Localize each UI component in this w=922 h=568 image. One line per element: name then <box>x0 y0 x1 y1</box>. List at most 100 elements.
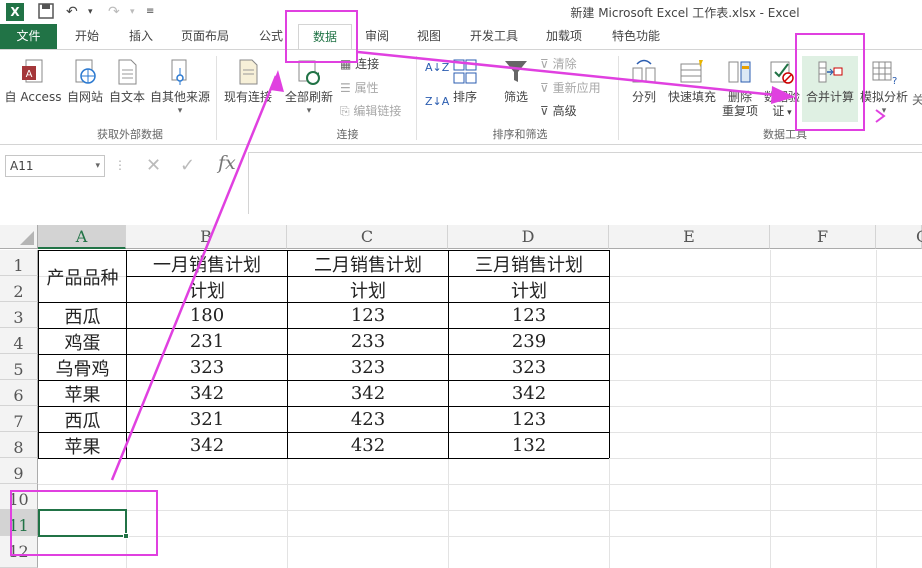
sort-asc-icon[interactable]: A↓Z <box>425 60 449 76</box>
cell-b1-header[interactable]: 一月销售计划 <box>127 251 287 276</box>
table-cell[interactable]: 342 <box>288 381 448 406</box>
cancel-entry-icon[interactable]: ✕ <box>146 155 161 176</box>
table-cell[interactable]: 432 <box>288 433 448 458</box>
tab-file[interactable]: 文件 <box>0 24 57 49</box>
flash-fill-button[interactable]: 快速填充 <box>664 58 720 104</box>
tab-review[interactable]: 审阅 <box>354 24 400 49</box>
formula-input[interactable] <box>248 152 922 214</box>
column-header-a[interactable]: A <box>38 225 126 249</box>
from-other-sources-button[interactable]: 自其他来源 ▾ <box>148 58 212 118</box>
row-header-7[interactable]: 7 <box>0 406 38 432</box>
from-access-button[interactable]: A 自 Access <box>4 58 62 104</box>
redo-dropdown-icon[interactable]: ▾ <box>130 3 135 21</box>
tab-home[interactable]: 开始 <box>62 24 112 49</box>
select-all-corner[interactable] <box>0 225 38 249</box>
tab-addins[interactable]: 加载项 <box>534 24 594 49</box>
existing-connections-button[interactable]: 现有连接 <box>220 58 276 104</box>
table-cell[interactable]: 苹果 <box>39 433 126 458</box>
insert-function-icon[interactable]: fx <box>218 152 236 174</box>
name-box[interactable]: A11 ▾ <box>5 155 105 177</box>
column-header-d[interactable]: D <box>448 225 609 249</box>
table-cell[interactable]: 乌骨鸡 <box>39 355 126 380</box>
undo-icon[interactable]: ↶ <box>66 3 78 21</box>
formula-bar-grip-icon: ⋮ <box>114 158 126 172</box>
group-label-connections: 连接 <box>336 128 359 141</box>
table-cell[interactable]: 鸡蛋 <box>39 329 126 354</box>
cell-d2-subheader[interactable]: 计划 <box>449 277 609 302</box>
sort-button[interactable]: 排序 <box>448 58 482 104</box>
cell-a1-product-type[interactable]: 产品品种 <box>39 251 126 302</box>
save-icon[interactable] <box>38 3 54 24</box>
remove-duplicates-button[interactable]: 删除 重复项 <box>720 58 760 118</box>
table-cell[interactable]: 132 <box>449 433 609 458</box>
properties-button[interactable]: ☰ 属性 <box>340 80 379 96</box>
row-header-8[interactable]: 8 <box>0 432 38 458</box>
cell-b2-subheader[interactable]: 计划 <box>127 277 287 302</box>
cell-c2-subheader[interactable]: 计划 <box>288 277 448 302</box>
table-cell[interactable]: 231 <box>127 329 287 354</box>
column-header-g[interactable]: G <box>876 225 922 249</box>
remove-duplicates-icon <box>728 61 751 83</box>
what-if-analysis-icon: ? <box>872 61 897 86</box>
from-web-button[interactable]: 自网站 <box>64 58 106 104</box>
table-cell[interactable]: 123 <box>449 303 609 328</box>
tab-special[interactable]: 特色功能 <box>600 24 672 49</box>
row-header-5[interactable]: 5 <box>0 354 38 380</box>
filter-button[interactable]: 筛选 <box>498 58 534 104</box>
row-header-4[interactable]: 4 <box>0 328 38 354</box>
customize-qat-icon[interactable]: ≡ <box>146 3 154 21</box>
cell-d1-header[interactable]: 三月销售计划 <box>449 251 609 276</box>
row-header-3[interactable]: 3 <box>0 302 38 328</box>
column-header-b[interactable]: B <box>126 225 287 249</box>
table-cell[interactable]: 180 <box>127 303 287 328</box>
row-header-1[interactable]: 1 <box>0 250 38 276</box>
edit-links-button[interactable]: ⎘ 编辑链接 <box>340 103 401 119</box>
table-cell[interactable]: 342 <box>127 381 287 406</box>
table-cell[interactable]: 西瓜 <box>39 407 126 432</box>
row-header-2[interactable]: 2 <box>0 276 38 302</box>
redo-icon[interactable]: ↷ <box>108 3 120 21</box>
more-tools-button[interactable]: 关 <box>912 92 922 108</box>
tab-insert[interactable]: 插入 <box>116 24 166 49</box>
column-header-f[interactable]: F <box>770 225 876 249</box>
reapply-button[interactable]: ⊽ 重新应用 <box>540 80 601 96</box>
table-cell[interactable]: 323 <box>288 355 448 380</box>
table-cell[interactable]: 西瓜 <box>39 303 126 328</box>
text-file-icon <box>118 59 137 85</box>
dropdown-arrow-icon: ▾ <box>177 106 183 116</box>
table-cell[interactable]: 323 <box>127 355 287 380</box>
tab-page-layout[interactable]: 页面布局 <box>172 24 238 49</box>
cell-c1-header[interactable]: 二月销售计划 <box>288 251 448 276</box>
name-box-dropdown-icon[interactable]: ▾ <box>95 156 100 176</box>
refresh-all-button[interactable]: 全部刷新 ▾ <box>282 58 336 118</box>
text-to-columns-button[interactable]: 分列 <box>626 58 662 104</box>
reapply-icon: ⊽ <box>540 81 553 95</box>
row-header-9[interactable]: 9 <box>0 458 38 484</box>
access-icon: A <box>22 59 43 83</box>
row-header-6[interactable]: 6 <box>0 380 38 406</box>
undo-dropdown-icon[interactable]: ▾ <box>88 3 93 21</box>
clear-filter-button[interactable]: ⊽ 清除 <box>540 56 577 72</box>
tab-view[interactable]: 视图 <box>406 24 452 49</box>
group-separator <box>618 56 619 140</box>
from-text-button[interactable]: 自文本 <box>106 58 148 104</box>
column-header-e[interactable]: E <box>609 225 770 249</box>
sort-desc-icon[interactable]: Z↓A <box>425 94 449 110</box>
confirm-entry-icon[interactable]: ✓ <box>180 155 195 176</box>
table-cell[interactable]: 323 <box>449 355 609 380</box>
table-cell[interactable]: 苹果 <box>39 381 126 406</box>
table-cell[interactable]: 321 <box>127 407 287 432</box>
table-cell[interactable]: 239 <box>449 329 609 354</box>
table-cell[interactable]: 423 <box>288 407 448 432</box>
table-cell[interactable]: 342 <box>449 381 609 406</box>
tab-developer[interactable]: 开发工具 <box>458 24 530 49</box>
window-title: 新建 Microsoft Excel 工作表.xlsx - Excel <box>570 6 800 20</box>
other-sources-icon <box>171 59 187 85</box>
advanced-filter-button[interactable]: ⊽ 高级 <box>540 103 577 119</box>
table-cell[interactable]: 342 <box>127 433 287 458</box>
what-if-analysis-button[interactable]: ? 模拟分析 ▾ <box>858 58 910 118</box>
table-cell[interactable]: 123 <box>288 303 448 328</box>
table-cell[interactable]: 123 <box>449 407 609 432</box>
column-header-c[interactable]: C <box>287 225 448 249</box>
table-cell[interactable]: 233 <box>288 329 448 354</box>
